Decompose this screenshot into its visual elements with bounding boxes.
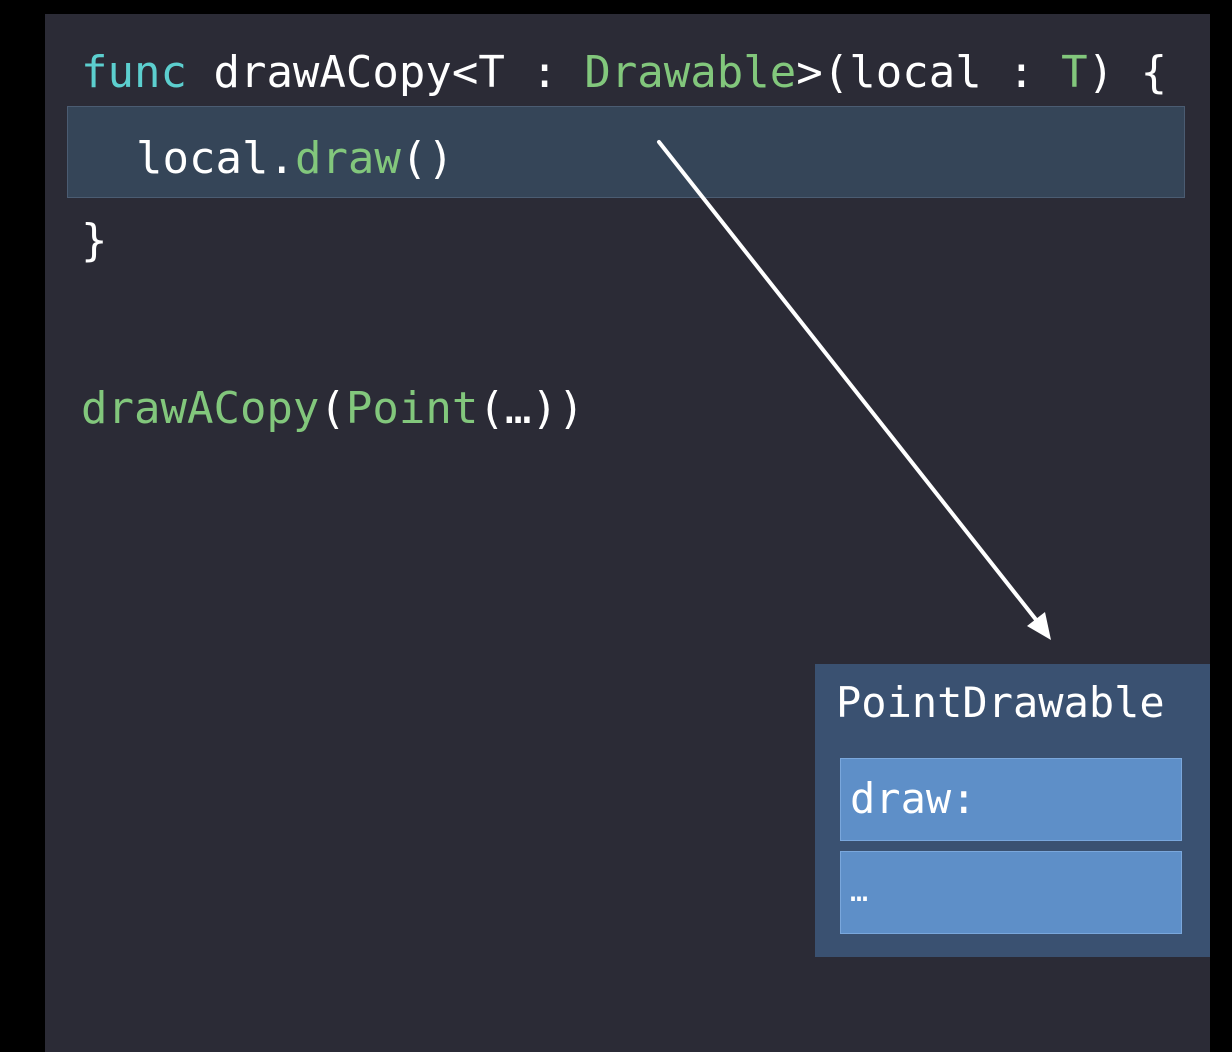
witness-table-entry-draw: draw: (840, 758, 1182, 841)
witness-table-title: PointDrawable (836, 678, 1165, 727)
protocol-witness-table: PointDrawable draw: … (815, 664, 1210, 957)
witness-table-entry-more: … (840, 851, 1182, 934)
slide-panel: func drawACopy<T : Drawable>(local : T) … (45, 14, 1210, 1052)
arrowhead-icon (1027, 612, 1051, 640)
